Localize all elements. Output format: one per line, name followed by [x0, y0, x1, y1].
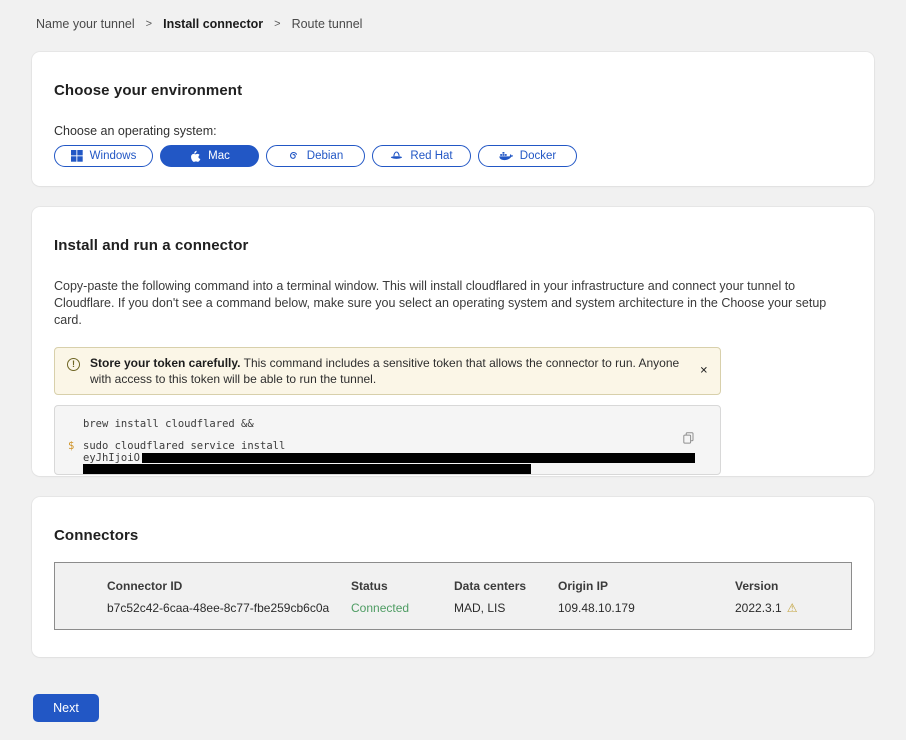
breadcrumb: Name your tunnel > Install connector > R… — [32, 0, 874, 24]
token-warning-banner: ! Store your token carefully. This comma… — [54, 347, 721, 395]
os-button-group: Windows Mac Debian Red Hat — [54, 145, 852, 167]
redhat-icon — [390, 150, 403, 162]
install-card-title: Install and run a connector — [54, 237, 852, 254]
warning-title: Store your token carefully. — [90, 356, 241, 370]
os-button-windows[interactable]: Windows — [54, 145, 153, 167]
code-line-brew: brew install cloudflared && — [55, 418, 720, 431]
os-button-label: Red Hat — [410, 150, 452, 162]
code-command-text: sudo cloudflared service install — [83, 440, 285, 452]
next-button[interactable]: Next — [33, 694, 99, 722]
code-line-sudo: $ sudo cloudflared service install — [55, 440, 720, 453]
breadcrumb-step-install-connector[interactable]: Install connector — [163, 17, 263, 31]
os-button-debian[interactable]: Debian — [266, 145, 365, 167]
apple-icon — [189, 150, 201, 163]
column-origin-ip: Origin IP — [558, 579, 735, 593]
connectors-table: Connector ID Status Data centers Origin … — [54, 562, 852, 630]
breadcrumb-step-route-tunnel[interactable]: Route tunnel — [292, 17, 363, 31]
code-line-token: eyJhIjoiO — [55, 453, 720, 464]
install-command-code-block: brew install cloudflared && $ sudo cloud… — [54, 405, 721, 475]
os-button-redhat[interactable]: Red Hat — [372, 145, 471, 167]
connectors-card-title: Connectors — [54, 527, 852, 544]
install-connector-card: Install and run a connector Copy-paste t… — [32, 207, 874, 476]
breadcrumb-step-name-your-tunnel[interactable]: Name your tunnel — [36, 17, 135, 31]
column-version: Version — [735, 579, 841, 593]
choose-environment-card: Choose your environment Choose an operat… — [32, 52, 874, 186]
connectors-table-header: Connector ID Status Data centers Origin … — [107, 579, 841, 593]
breadcrumb-separator: > — [146, 18, 152, 30]
warning-triangle-icon: ⚠ — [787, 602, 798, 614]
connectors-card: Connectors Connector ID Status Data cent… — [32, 497, 874, 657]
status-badge: Connected — [351, 601, 454, 615]
redacted-token-bar — [83, 464, 531, 474]
alert-circle-icon: ! — [67, 358, 80, 371]
install-description: Copy-paste the following command into a … — [54, 278, 850, 329]
debian-icon — [288, 150, 300, 162]
close-icon[interactable]: ✕ — [697, 363, 711, 380]
column-data-centers: Data centers — [454, 579, 558, 593]
column-status: Status — [351, 579, 454, 593]
column-connector-id: Connector ID — [107, 579, 351, 593]
os-select-label: Choose an operating system: — [54, 124, 852, 138]
os-button-label: Windows — [90, 150, 137, 162]
connector-id-value: b7c52c42-6caa-48ee-8c77-fbe259cb6c0a — [107, 601, 351, 615]
token-prefix: eyJhIjoiO — [83, 452, 140, 464]
os-button-docker[interactable]: Docker — [478, 145, 577, 167]
os-button-label: Debian — [307, 150, 343, 162]
os-button-mac[interactable]: Mac — [160, 145, 259, 167]
shell-prompt: $ — [68, 440, 74, 453]
table-row: b7c52c42-6caa-48ee-8c77-fbe259cb6c0a Con… — [107, 601, 841, 615]
redacted-token-bar — [142, 453, 695, 463]
os-button-label: Mac — [208, 150, 230, 162]
data-centers-value: MAD, LIS — [454, 601, 558, 615]
environment-card-title: Choose your environment — [54, 82, 852, 99]
breadcrumb-separator: > — [274, 18, 280, 30]
os-button-label: Docker — [520, 150, 556, 162]
version-value: 2022.3.1 — [735, 601, 782, 615]
origin-ip-value: 109.48.10.179 — [558, 601, 735, 615]
windows-icon — [71, 150, 83, 162]
copy-icon[interactable] — [681, 430, 696, 449]
page: Name your tunnel > Install connector > R… — [0, 0, 906, 722]
docker-icon — [499, 151, 513, 162]
